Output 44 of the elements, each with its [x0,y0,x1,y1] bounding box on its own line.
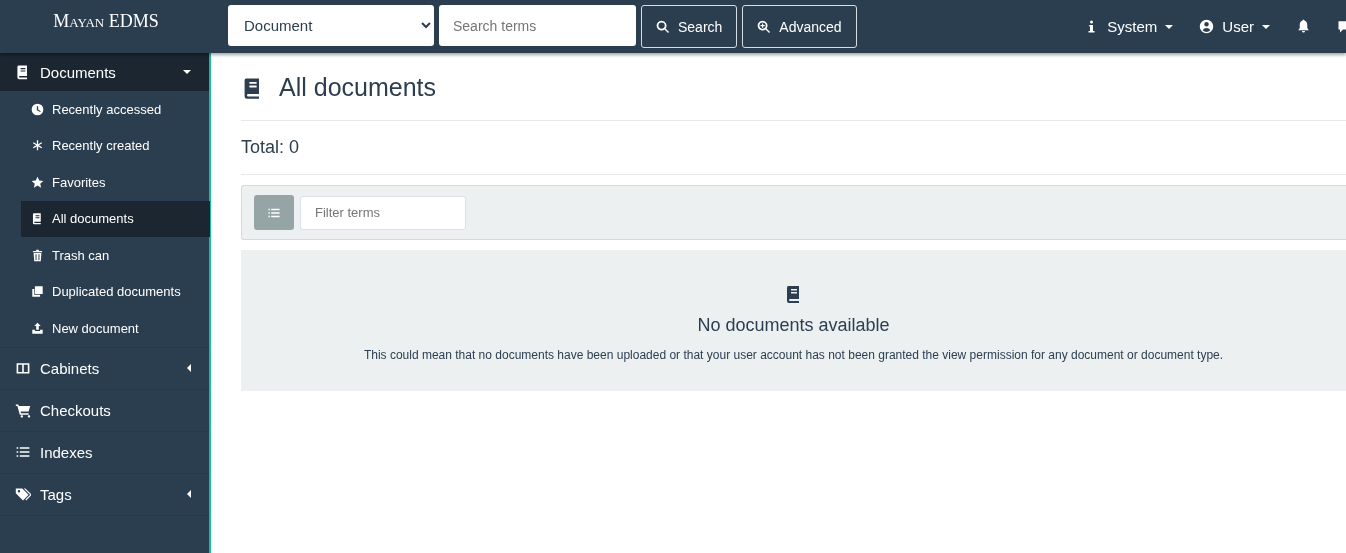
sidebar-menu-item[interactable]: Checkouts [0,389,209,431]
sidebar-link[interactable]: Duplicated documents [21,273,210,310]
trash-icon [31,248,44,262]
empty-state-text: This could mean that no documents have been uploaded or that your user account has not been granted the view permission for any document or document type. [363,348,1224,362]
sidebar-link[interactable]: Favorites [21,164,210,201]
sidebar-menu-item[interactable]: Tags [0,473,209,515]
search-button[interactable]: Search [641,5,738,48]
list-icon [15,444,31,460]
cart-icon [15,402,31,418]
sidebar-link[interactable]: Recently accessed [21,91,210,128]
asterisk-icon [31,139,44,153]
caret-icon [187,364,191,372]
user-icon [1199,19,1215,34]
advanced-search-button[interactable]: Advanced [742,5,857,48]
sidebar-link[interactable]: Trash can [21,237,210,274]
filter-field[interactable]: Filter terms [300,195,466,230]
star-icon [31,175,44,189]
zoom-in-icon [757,19,772,34]
sidebar-menu-item[interactable]: Cabinets [0,347,209,389]
sidebar-link[interactable]: All documents [21,200,210,237]
caret-icon [1262,24,1270,29]
book-icon [31,212,44,226]
bell-icon [1296,19,1311,34]
search-field[interactable]: Search terms [439,5,636,46]
caret-icon [1165,24,1174,29]
tags-icon [15,486,31,502]
clock-icon [31,102,44,116]
search-model-select[interactable]: Document [228,5,434,46]
sidebar-link[interactable]: Recently created [21,127,210,164]
brand-logo[interactable]: Mayan EDMS [0,11,212,42]
search-icon [656,19,670,34]
total-count: Total: 0 [241,121,1346,175]
caret-icon [183,70,191,74]
empty-state-title: No documents available [697,315,890,336]
sidebar-menu-item[interactable]: Documents [0,53,209,91]
columns-icon [15,360,31,376]
system-menu[interactable]: System [1071,18,1187,35]
page-title-text: All documents [279,73,437,102]
copy-icon [31,285,44,299]
upload-icon [31,321,44,335]
user-menu[interactable]: User [1186,18,1283,35]
sidebar-menu-item[interactable]: Indexes [0,431,209,473]
caret-icon [187,490,191,498]
sidebar-link[interactable]: New document [21,310,210,347]
